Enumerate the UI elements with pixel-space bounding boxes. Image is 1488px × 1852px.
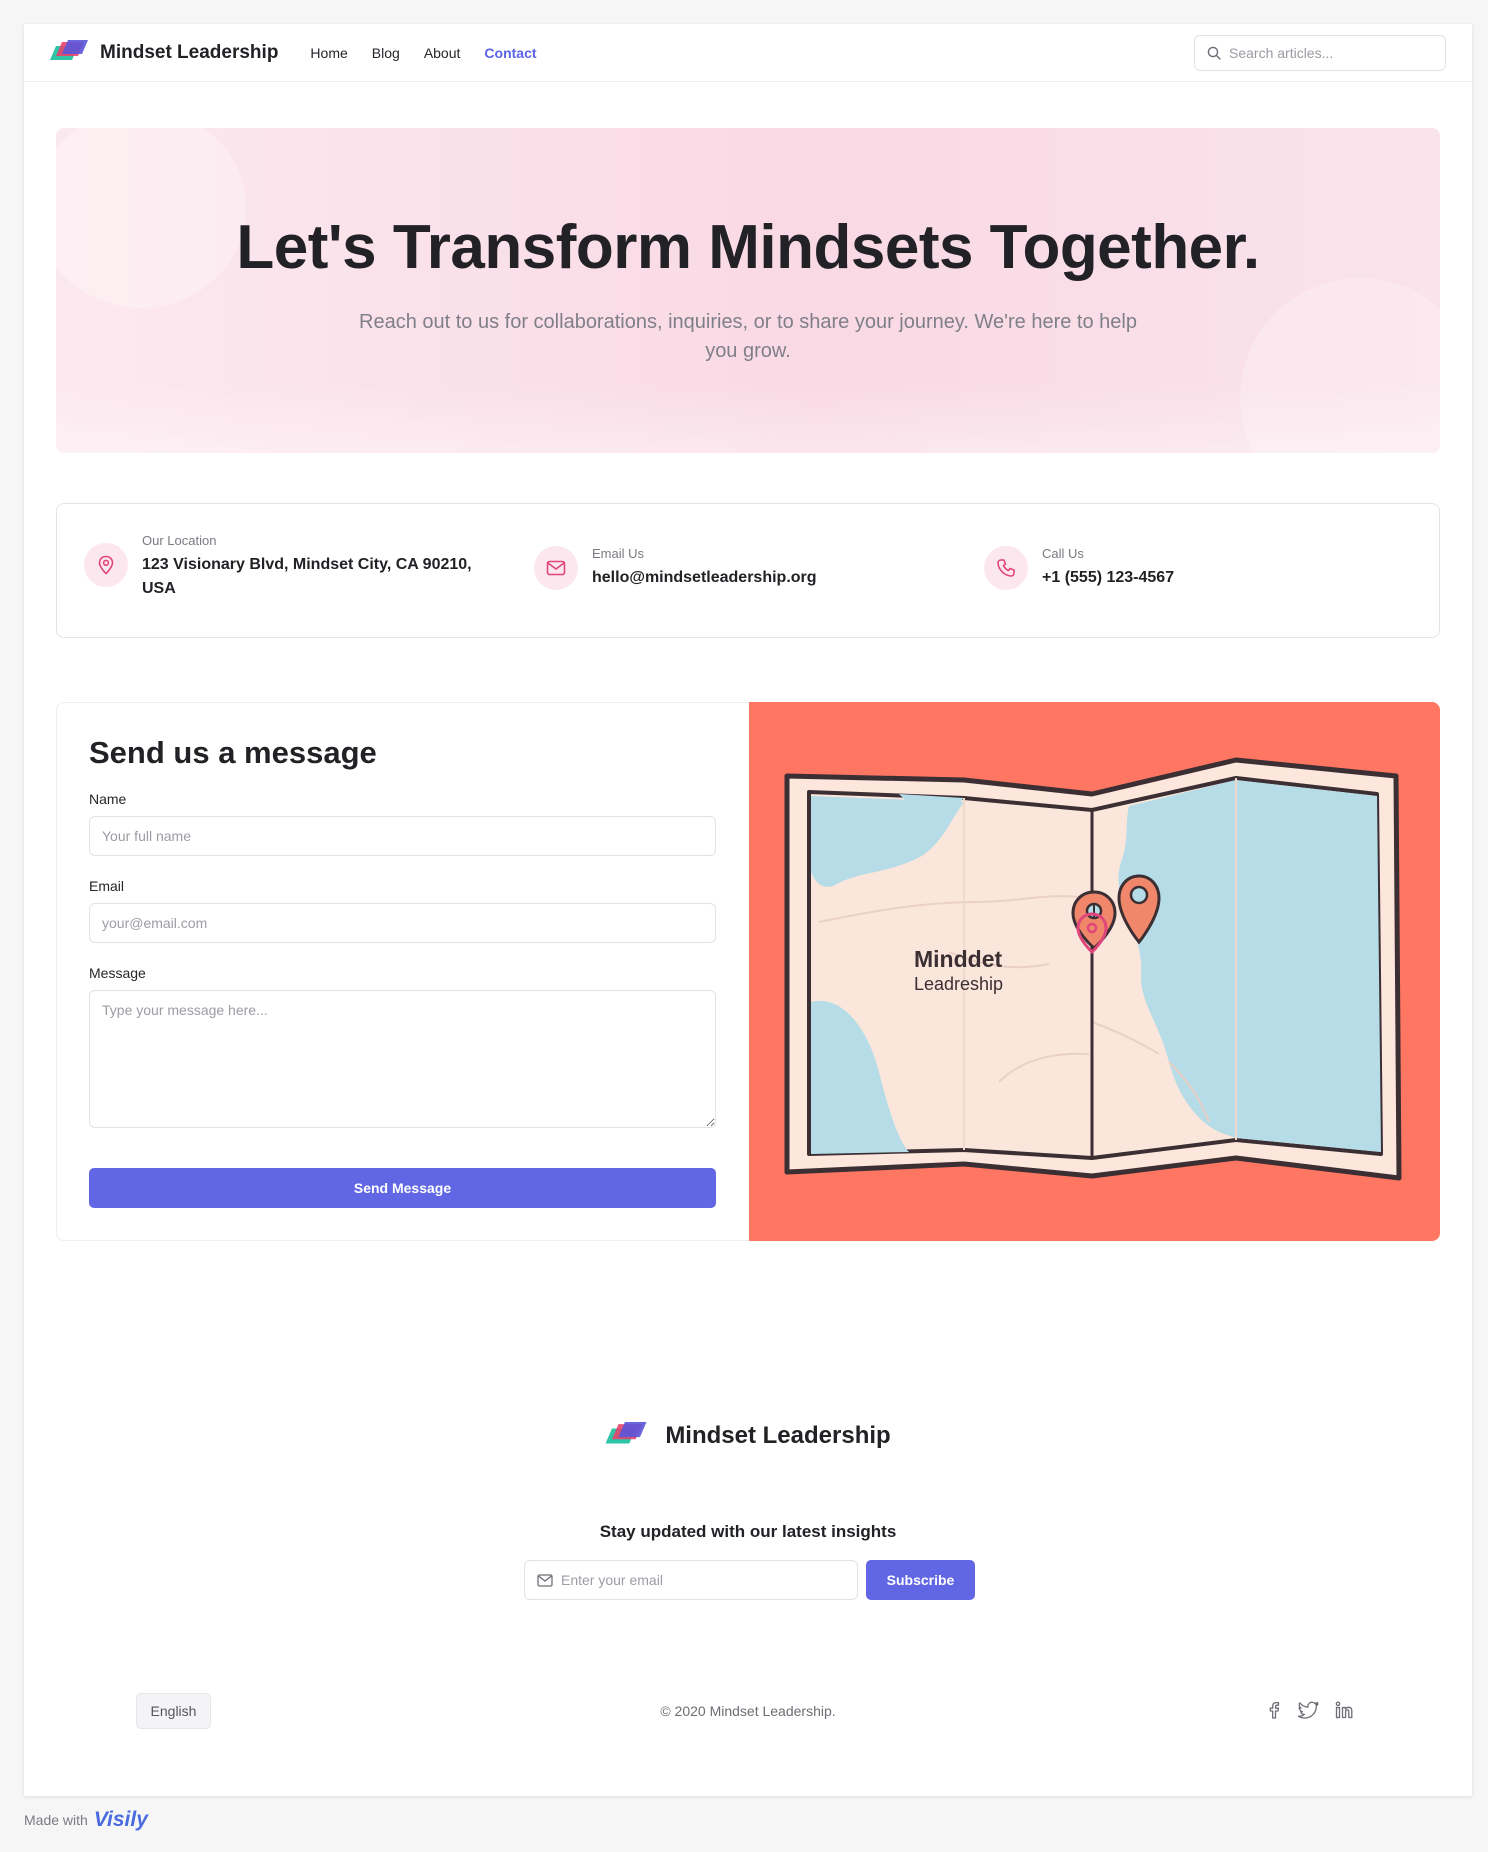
name-field[interactable] xyxy=(89,816,716,856)
map-title-line1: Minddet xyxy=(914,946,1002,972)
email-label: Email Us xyxy=(592,546,645,561)
nav-links: Home Blog About Contact xyxy=(310,45,536,61)
search-input[interactable] xyxy=(1229,44,1433,61)
nav-link-contact[interactable]: Contact xyxy=(484,45,536,61)
map-title-line2: Leadreship xyxy=(914,974,1003,994)
email-field[interactable] xyxy=(89,903,716,943)
map-illustration: Minddet Leadreship xyxy=(749,702,1440,1241)
send-message-button[interactable]: Send Message xyxy=(89,1168,716,1208)
newsletter-title: Stay updated with our latest insights xyxy=(599,1522,897,1541)
made-with-text: Made with xyxy=(24,1812,88,1828)
folded-map-illustration: Minddet Leadreship xyxy=(784,757,1402,1181)
email-item: Email Us hello@mindsetleadership.org xyxy=(534,546,817,590)
message-field[interactable] xyxy=(89,990,716,1128)
nav-link-home[interactable]: Home xyxy=(310,45,347,61)
subscribe-button[interactable]: Subscribe xyxy=(866,1560,975,1600)
mail-icon xyxy=(534,546,578,590)
newsletter-input-box[interactable] xyxy=(524,1560,858,1600)
email-value[interactable]: hello@mindsetleadership.org xyxy=(592,566,817,590)
hero-banner: Let's Transform Mindsets Together. Reach… xyxy=(56,128,1440,453)
footer-brand-name: Mindset Leadership xyxy=(665,1422,891,1449)
location-pin-icon xyxy=(84,543,128,587)
footer-brand[interactable]: Mindset Leadership xyxy=(24,1422,1472,1450)
brand-logo-icon xyxy=(50,39,88,60)
contact-info-card: Our Location 123 Visionary Blvd, Mindset… xyxy=(56,503,1440,638)
newsletter-form: Subscribe xyxy=(524,1560,975,1600)
social-links xyxy=(1264,1700,1354,1720)
location-value: 123 Visionary Blvd, Mindset City, CA 902… xyxy=(142,556,472,597)
facebook-icon[interactable] xyxy=(1264,1700,1284,1720)
phone-value[interactable]: +1 (555) 123-4567 xyxy=(1042,566,1174,590)
phone-icon xyxy=(984,546,1028,590)
twitter-icon[interactable] xyxy=(1298,1700,1320,1720)
email-field-label: Email xyxy=(89,878,125,894)
brand[interactable]: Mindset Leadership xyxy=(50,39,279,66)
top-nav: Mindset Leadership Home Blog About Conta… xyxy=(24,24,1472,82)
location-item: Our Location 123 Visionary Blvd, Mindset… xyxy=(84,533,482,601)
page-frame: Mindset Leadership Home Blog About Conta… xyxy=(24,24,1472,1796)
contact-form: Send us a message Name Email Message Sen… xyxy=(56,702,750,1241)
brand-name: Mindset Leadership xyxy=(100,41,279,63)
made-with-badge[interactable]: Made with Visily xyxy=(24,1808,148,1832)
visily-logo: Visily xyxy=(93,1808,148,1831)
hero-subtitle: Reach out to us for collaborations, inqu… xyxy=(359,311,1137,362)
search-icon xyxy=(1207,46,1221,60)
message-label: Message xyxy=(89,965,146,981)
footer-logo-icon xyxy=(605,1422,647,1444)
newsletter-email-input[interactable] xyxy=(561,1572,845,1588)
nav-link-about[interactable]: About xyxy=(424,45,461,61)
mail-icon xyxy=(537,1573,553,1587)
nav-link-blog[interactable]: Blog xyxy=(372,45,400,61)
phone-label: Call Us xyxy=(1042,546,1084,561)
name-label: Name xyxy=(89,791,127,807)
search-box[interactable] xyxy=(1194,34,1446,71)
linkedin-icon[interactable] xyxy=(1334,1700,1354,1720)
form-title: Send us a message xyxy=(89,735,377,770)
location-label: Our Location xyxy=(142,533,217,548)
copyright-text: © 2020 Mindset Leadership. xyxy=(660,1703,836,1719)
phone-item: Call Us +1 (555) 123-4567 xyxy=(984,546,1174,590)
hero-title: Let's Transform Mindsets Together. xyxy=(236,213,1260,282)
